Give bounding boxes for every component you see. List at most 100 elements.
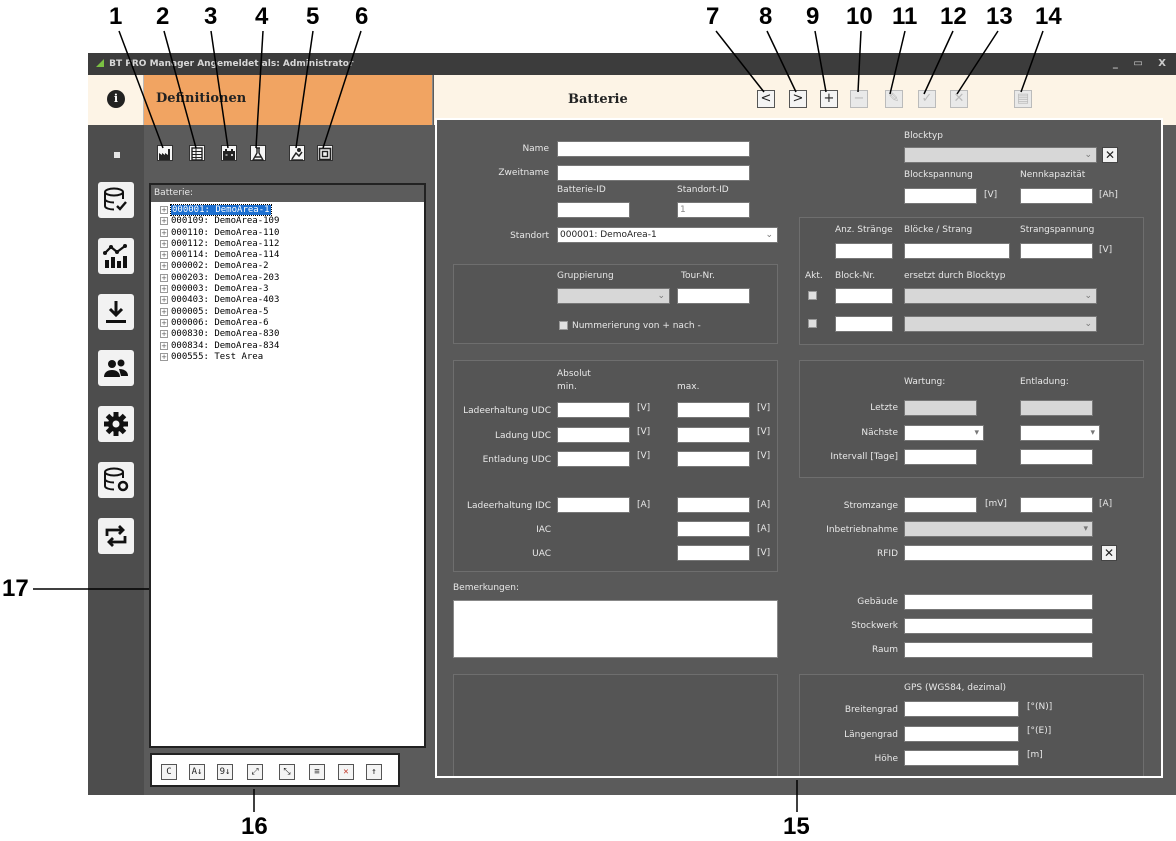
entladung-intervall-input[interactable] (1020, 449, 1093, 465)
expand-icon[interactable]: + (160, 330, 168, 339)
nummerierung-checkbox[interactable] (559, 321, 568, 330)
frame-tool-button[interactable] (317, 145, 333, 161)
expand-icon[interactable]: + (160, 352, 168, 361)
breitengrad-input[interactable] (904, 701, 1019, 717)
prev-button[interactable]: < (757, 90, 775, 108)
tree-item[interactable]: +000006: DemoArea-6 (160, 318, 279, 329)
tree-item[interactable]: +000830: DemoArea-830 (160, 329, 279, 340)
battery-tool-button[interactable] (221, 145, 237, 161)
strangspannung-input[interactable] (1020, 243, 1093, 259)
ladeerhaltung-udc-min[interactable] (557, 402, 630, 418)
ladeerhaltung-idc-max[interactable] (677, 497, 750, 513)
database-settings-button[interactable] (98, 462, 134, 498)
block-nr-input[interactable] (835, 316, 893, 332)
filter-button[interactable]: ≡ (309, 764, 325, 780)
tree-item[interactable]: +000002: DemoArea-2 (160, 261, 279, 272)
stockwerk-input[interactable] (904, 618, 1093, 634)
expand-icon[interactable]: + (160, 296, 168, 305)
tour-input[interactable] (677, 288, 750, 304)
add-button[interactable]: + (820, 90, 838, 108)
ladung-udc-min[interactable] (557, 427, 630, 443)
bemerkungen-textarea[interactable] (453, 600, 778, 658)
gruppierung-select[interactable]: ⌄ (557, 288, 670, 304)
location-tool-button[interactable] (289, 145, 305, 161)
stromzange-a-input[interactable] (1020, 497, 1093, 513)
sort-alpha-button[interactable]: A↓ (189, 764, 205, 780)
lab-tool-button[interactable] (250, 145, 266, 161)
tree-item[interactable]: +000555: Test Area (160, 352, 279, 363)
ersetzt-select[interactable]: ⌄ (904, 288, 1097, 304)
refresh-button[interactable]: C (161, 764, 177, 780)
collapse-all-button[interactable]: ⤡ (279, 764, 295, 780)
factory-tool-button[interactable] (157, 145, 173, 161)
ladeerhaltung-udc-max[interactable] (677, 402, 750, 418)
nennkapazitaet-input[interactable] (1020, 188, 1093, 204)
hoehe-input[interactable] (904, 750, 1019, 766)
settings-button[interactable] (98, 406, 134, 442)
akt-checkbox[interactable] (808, 291, 817, 300)
tree-item[interactable]: +000109: DemoArea-109 (160, 216, 279, 227)
tree-item[interactable]: +000112: DemoArea-112 (160, 239, 279, 250)
gebaeude-input[interactable] (904, 594, 1093, 610)
expand-icon[interactable]: + (160, 206, 168, 214)
expand-icon[interactable]: + (160, 307, 168, 316)
expand-icon[interactable]: + (160, 318, 168, 327)
entladung-naechste-select[interactable]: ▾ (1020, 425, 1100, 441)
bloecke-strang-input[interactable] (904, 243, 1010, 259)
expand-icon[interactable]: + (160, 251, 168, 260)
standort-select[interactable]: 000001: DemoArea-1 ⌄ (557, 227, 778, 243)
raum-input[interactable] (904, 642, 1093, 658)
clear-rfid-button[interactable]: ✕ (1101, 545, 1117, 561)
next-button[interactable]: > (789, 90, 807, 108)
cancel-button[interactable]: ✕ (950, 90, 968, 108)
list-tool-button[interactable] (189, 145, 205, 161)
zweitname-input[interactable] (557, 165, 750, 181)
blockspannung-input[interactable] (904, 188, 977, 204)
export-button[interactable]: ↑ (366, 764, 382, 780)
expand-icon[interactable]: + (160, 217, 168, 226)
entladung-udc-min[interactable] (557, 451, 630, 467)
clear-filter-button[interactable]: ✕ (338, 764, 354, 780)
blocktyp-select[interactable]: ⌄ (904, 147, 1097, 163)
window-controls[interactable]: _ ▭ X (1113, 53, 1172, 75)
ladeerhaltung-idc-min[interactable] (557, 497, 630, 513)
expand-icon[interactable]: + (160, 239, 168, 248)
standort-id-input[interactable]: 1 (677, 202, 750, 218)
block-nr-input[interactable] (835, 288, 893, 304)
expand-icon[interactable]: + (160, 262, 168, 271)
download-button[interactable] (98, 294, 134, 330)
ladung-udc-max[interactable] (677, 427, 750, 443)
inbetriebnahme-select[interactable]: ▾ (904, 521, 1093, 537)
expand-icon[interactable]: + (160, 341, 168, 350)
sort-numeric-button[interactable]: 9↓ (217, 764, 233, 780)
expand-icon[interactable]: + (160, 228, 168, 237)
sync-button[interactable] (98, 518, 134, 554)
entladung-udc-max[interactable] (677, 451, 750, 467)
users-button[interactable] (98, 350, 134, 386)
entladung-letzte-input[interactable] (1020, 400, 1093, 416)
save-button[interactable]: ✓ (918, 90, 936, 108)
iac-max[interactable] (677, 521, 750, 537)
edit-button[interactable]: ✎ (885, 90, 903, 108)
delete-button[interactable]: − (850, 90, 868, 108)
tree-item[interactable]: +000403: DemoArea-403 (160, 295, 279, 306)
tree-item[interactable]: +000003: DemoArea-3 (160, 284, 279, 295)
tree-item[interactable]: +000005: DemoArea-5 (160, 307, 279, 318)
statistics-button[interactable] (98, 238, 134, 274)
expand-icon[interactable]: + (160, 273, 168, 282)
info-icon[interactable]: i (107, 90, 125, 108)
wartung-naechste-select[interactable]: ▾ (904, 425, 984, 441)
expand-icon[interactable]: + (160, 285, 168, 294)
wartung-letzte-input[interactable] (904, 400, 977, 416)
batterie-id-input[interactable] (557, 202, 630, 218)
tree-item[interactable]: +000114: DemoArea-114 (160, 250, 279, 261)
ersetzt-select[interactable]: ⌄ (904, 316, 1097, 332)
laengengrad-input[interactable] (904, 726, 1019, 742)
name-input[interactable] (557, 141, 750, 157)
wartung-intervall-input[interactable] (904, 449, 977, 465)
print-button[interactable]: ▤ (1014, 90, 1032, 108)
rfid-input[interactable] (904, 545, 1093, 561)
database-check-button[interactable] (98, 182, 134, 218)
stromzange-mv-input[interactable] (904, 497, 977, 513)
tree-item[interactable]: +000834: DemoArea-834 (160, 341, 279, 352)
